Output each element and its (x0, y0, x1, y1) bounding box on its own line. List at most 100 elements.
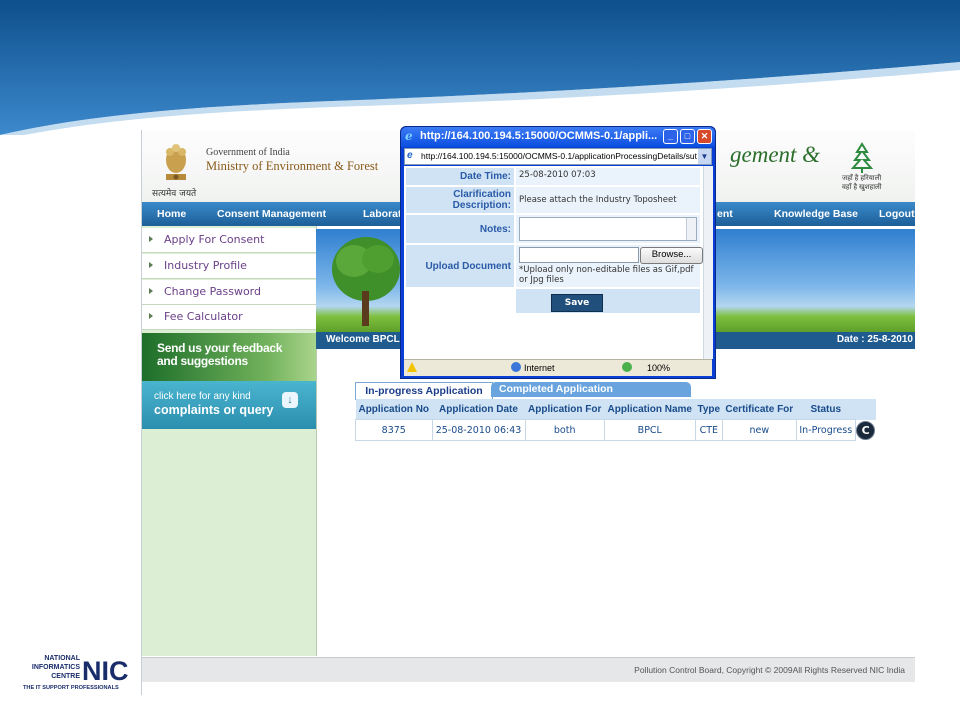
satyamev-jayate-text: सत्यमेव जयते (152, 189, 197, 199)
chevron-down-icon[interactable]: ▼ (698, 149, 711, 164)
clarification-label: Clarification Description: (406, 187, 514, 213)
protected-mode-icon (622, 362, 632, 372)
applications-table: Application No Application Date Applicat… (355, 399, 876, 441)
bullet-arrow-icon (149, 313, 153, 319)
bullet-arrow-icon (149, 288, 153, 294)
popup-body: Date Time: 25-08-2010 07:03 Clarificatio… (404, 166, 713, 359)
address-text: http://164.100.194.5:15000/OCMMS-0.1/app… (421, 151, 697, 161)
feedback-line2: and suggestions (157, 354, 248, 368)
popup-status-bar: Internet 100% (404, 359, 712, 376)
notes-cell (516, 215, 700, 243)
popup-titlebar[interactable]: e http://164.100.194.5:15000/OCMMS-0.1/a… (401, 127, 715, 147)
nav-consent-management[interactable]: Consent Management (217, 202, 326, 226)
address-bar[interactable]: e http://164.100.194.5:15000/OCMMS-0.1/a… (404, 148, 712, 165)
arrow-down-icon: ↓ (282, 392, 298, 408)
hindi-motto-line1: जहाँ है हरियाली (842, 175, 882, 182)
file-upload-row: Browse... (519, 247, 703, 264)
site-footer: Pollution Control Board, Copyright © 200… (142, 657, 915, 682)
feedback-banner[interactable]: Send us your feedback and suggestions (142, 333, 316, 381)
save-button[interactable]: Save (551, 294, 603, 312)
tab-in-progress-application[interactable]: In-progress Application (355, 382, 493, 400)
empty-cell (406, 289, 514, 313)
government-label: Government of India (206, 147, 290, 158)
popup-window: e http://164.100.194.5:15000/OCMMS-0.1/a… (400, 126, 716, 379)
upload-hint: *Upload only non-editable files as Gif,p… (519, 265, 694, 285)
welcome-text: Welcome BPCL (326, 334, 400, 345)
zone-label: Internet (524, 363, 555, 373)
sidebar: Apply For Consent Industry Profile Chang… (142, 226, 317, 656)
date-text: Date : 25-8-2010 (836, 334, 913, 345)
browse-button[interactable]: Browse... (640, 247, 703, 264)
sidebar-item-label: Change Password (164, 285, 261, 298)
cell-certificate-for: new (721, 419, 797, 441)
page-icon: e (407, 150, 413, 161)
col-application-date: Application Date (432, 399, 525, 420)
notes-textarea[interactable] (519, 217, 697, 241)
sidebar-item-industry-profile[interactable]: Industry Profile (142, 254, 316, 279)
upload-document-label: Upload Document (406, 245, 514, 287)
form-row-upload: Upload Document Browse... *Upload only n… (406, 245, 703, 287)
bullet-arrow-icon (149, 262, 153, 268)
save-cell: Save (516, 289, 700, 313)
sidebar-item-label: Apply For Consent (164, 233, 265, 246)
col-status: Status (796, 399, 856, 420)
nav-logout[interactable]: Logout (879, 202, 915, 226)
table-header-row: Application No Application Date Applicat… (355, 399, 876, 420)
slide-header-wave (0, 0, 960, 135)
col-application-name: Application Name (604, 399, 696, 420)
green-tree-logo-icon (850, 142, 874, 173)
nic-mark: NIC (82, 656, 129, 686)
internet-globe-icon (511, 362, 521, 372)
sidebar-item-label: Fee Calculator (164, 310, 243, 323)
nav-management[interactable]: ent (717, 202, 733, 226)
cell-action: C (855, 420, 876, 441)
internet-explorer-icon: e (405, 129, 413, 143)
form-row-clarification: Clarification Description: Please attach… (406, 187, 700, 213)
national-emblem-icon (166, 144, 186, 180)
sidebar-item-change-password[interactable]: Change Password (142, 280, 316, 305)
complaints-line2: complaints or query (154, 403, 274, 417)
clarification-c-icon[interactable]: C (856, 420, 876, 440)
feedback-text: Send us your feedback and suggestions (157, 342, 282, 368)
notes-scrollbar[interactable] (686, 218, 696, 240)
nav-knowledge-base[interactable]: Knowledge Base (774, 202, 858, 226)
form-row-date-time: Date Time: 25-08-2010 07:03 (406, 168, 700, 185)
table-row: 8375 25-08-2010 06:43 both BPCL CTE new … (355, 419, 876, 441)
complaints-line1: click here for any kind (154, 391, 251, 402)
warning-icon (407, 362, 417, 372)
col-action (855, 399, 876, 420)
application-tabs: In-progress Application Completed Applic… (355, 382, 692, 400)
close-icon[interactable]: ✕ (697, 129, 712, 144)
hindi-motto: जहाँ है हरियाली वहाँ है खुशहाली (842, 174, 882, 192)
popup-vertical-scrollbar[interactable] (703, 166, 713, 359)
site-title-fragment: gement & (730, 142, 821, 167)
sidebar-item-label: Industry Profile (164, 259, 247, 272)
cell-status: In-Progress (795, 419, 856, 441)
minimize-icon[interactable]: _ (663, 129, 678, 144)
nic-tagline: THE IT SUPPORT PROFESSIONALS (23, 685, 119, 691)
nav-home[interactable]: Home (157, 202, 186, 226)
form-row-notes: Notes: (406, 215, 700, 243)
nic-line2: INFORMATICS (32, 664, 80, 671)
date-time-label: Date Time: (406, 168, 514, 185)
footer-copyright: Pollution Control Board, Copyright © 200… (634, 665, 905, 675)
tree-image (332, 237, 400, 326)
zoom-level[interactable]: 100% (647, 363, 670, 373)
sidebar-item-fee-calculator[interactable]: Fee Calculator (142, 305, 316, 330)
tab-completed-application[interactable]: Completed Application (491, 382, 691, 397)
file-path-input[interactable] (519, 247, 639, 263)
nic-line3: CENTRE (51, 673, 80, 680)
nic-logo: NATIONAL INFORMATICS CENTRE NIC THE IT S… (23, 655, 129, 691)
ministry-label: Ministry of Environment & Forest (206, 159, 379, 173)
bullet-arrow-icon (149, 236, 153, 242)
maximize-icon[interactable]: □ (680, 129, 695, 144)
clarification-form: Date Time: 25-08-2010 07:03 Clarificatio… (404, 166, 703, 315)
hindi-motto-line2: वहाँ है खुशहाली (842, 184, 882, 191)
cell-application-date: 25-08-2010 06:43 (431, 419, 526, 441)
col-certificate-for: Certificate For (722, 399, 797, 420)
complaints-banner[interactable]: click here for any kind complaints or qu… (142, 381, 316, 429)
date-time-value: 25-08-2010 07:03 (516, 168, 700, 185)
cell-application-name: BPCL (603, 419, 696, 441)
sidebar-item-apply-for-consent[interactable]: Apply For Consent (142, 228, 316, 253)
cell-application-for: both (524, 419, 605, 441)
